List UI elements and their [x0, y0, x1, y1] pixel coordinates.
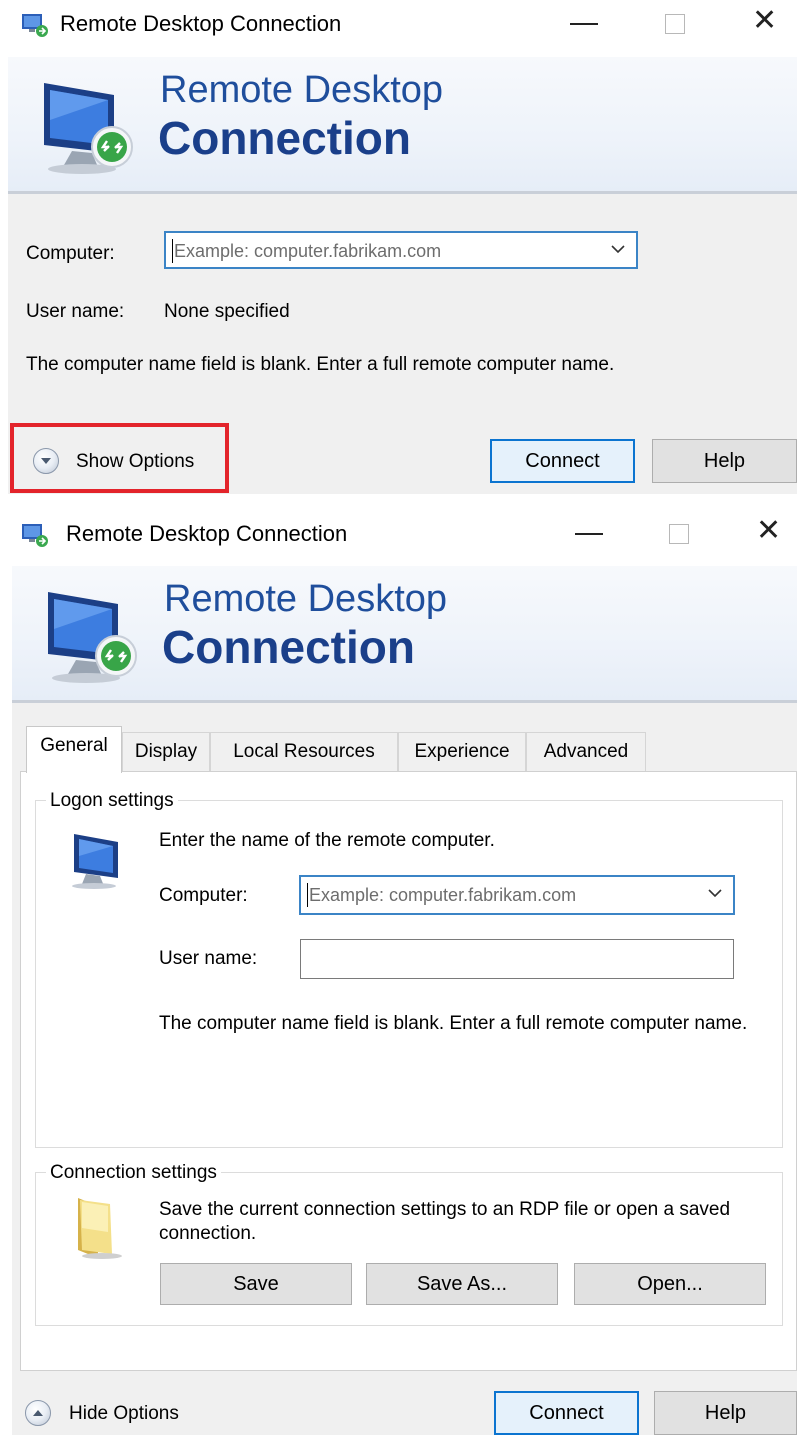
title-bar: Remote Desktop Connection ✕	[0, 510, 797, 562]
username-label: User name:	[26, 301, 125, 322]
help-button[interactable]: Help	[654, 1391, 797, 1435]
computer-combobox[interactable]: Example: computer.fabrikam.com	[164, 231, 638, 269]
monitor-icon	[48, 592, 137, 683]
username-value: None specified	[164, 301, 290, 322]
computer-label: Computer:	[159, 885, 248, 906]
text-caret	[172, 239, 173, 263]
hide-options-link[interactable]: Hide Options	[69, 1403, 179, 1425]
close-button[interactable]: ✕	[756, 516, 781, 546]
close-button[interactable]: ✕	[752, 6, 777, 36]
computer-icon	[72, 834, 118, 889]
maximize-button[interactable]	[669, 524, 689, 544]
connect-button[interactable]: Connect	[494, 1391, 639, 1435]
tab-experience[interactable]: Experience	[398, 732, 526, 772]
logon-settings-title: Logon settings	[46, 790, 178, 812]
banner-title-line1: Remote Desktop	[160, 69, 444, 111]
computer-placeholder: Example: computer.fabrikam.com	[174, 241, 442, 261]
connect-button[interactable]: Connect	[490, 439, 635, 483]
help-button[interactable]: Help	[652, 439, 797, 483]
remote-desktop-icon	[22, 14, 48, 37]
chevron-down-icon[interactable]	[707, 885, 723, 901]
tab-general[interactable]: General	[26, 726, 122, 773]
computer-label: Computer:	[26, 243, 115, 264]
status-message: The computer name field is blank. Enter …	[159, 1013, 748, 1034]
status-message: The computer name field is blank. Enter …	[26, 354, 615, 375]
save-as-button[interactable]: Save As...	[366, 1263, 558, 1305]
banner-title-line2: Connection	[162, 621, 415, 673]
username-input[interactable]	[300, 939, 734, 979]
username-label: User name:	[159, 948, 258, 969]
window-title: Remote Desktop Connection	[60, 11, 342, 36]
computer-placeholder: Example: computer.fabrikam.com	[309, 885, 577, 905]
text-caret	[307, 883, 308, 907]
banner: Remote Desktop Connection	[12, 566, 797, 703]
monitor-icon	[44, 83, 133, 174]
banner-title-line2: Connection	[158, 112, 411, 164]
save-button[interactable]: Save	[160, 1263, 352, 1305]
banner-title-line1: Remote Desktop	[164, 578, 448, 620]
minimize-button[interactable]	[570, 23, 598, 25]
window-title: Remote Desktop Connection	[66, 521, 348, 546]
title-bar: Remote Desktop Connection ✕	[0, 0, 797, 52]
highlight-box	[10, 423, 229, 493]
chevron-down-icon[interactable]	[610, 241, 626, 257]
hide-options-toggle[interactable]	[25, 1400, 51, 1426]
folder-icon	[78, 1198, 122, 1259]
minimize-button[interactable]	[575, 533, 603, 535]
chevron-up-icon	[33, 1410, 43, 1416]
open-button[interactable]: Open...	[574, 1263, 766, 1305]
banner: Remote Desktop Connection	[8, 57, 797, 194]
connection-settings-title: Connection settings	[46, 1162, 221, 1184]
computer-combobox[interactable]: Example: computer.fabrikam.com	[299, 875, 735, 915]
logon-prompt: Enter the name of the remote computer.	[159, 830, 495, 851]
tab-advanced[interactable]: Advanced	[526, 732, 646, 772]
tab-local-resources[interactable]: Local Resources	[210, 732, 398, 772]
tab-display[interactable]: Display	[122, 732, 210, 772]
remote-desktop-icon	[22, 524, 48, 547]
connection-message: Save the current connection settings to …	[159, 1199, 731, 1244]
maximize-button[interactable]	[665, 14, 685, 34]
